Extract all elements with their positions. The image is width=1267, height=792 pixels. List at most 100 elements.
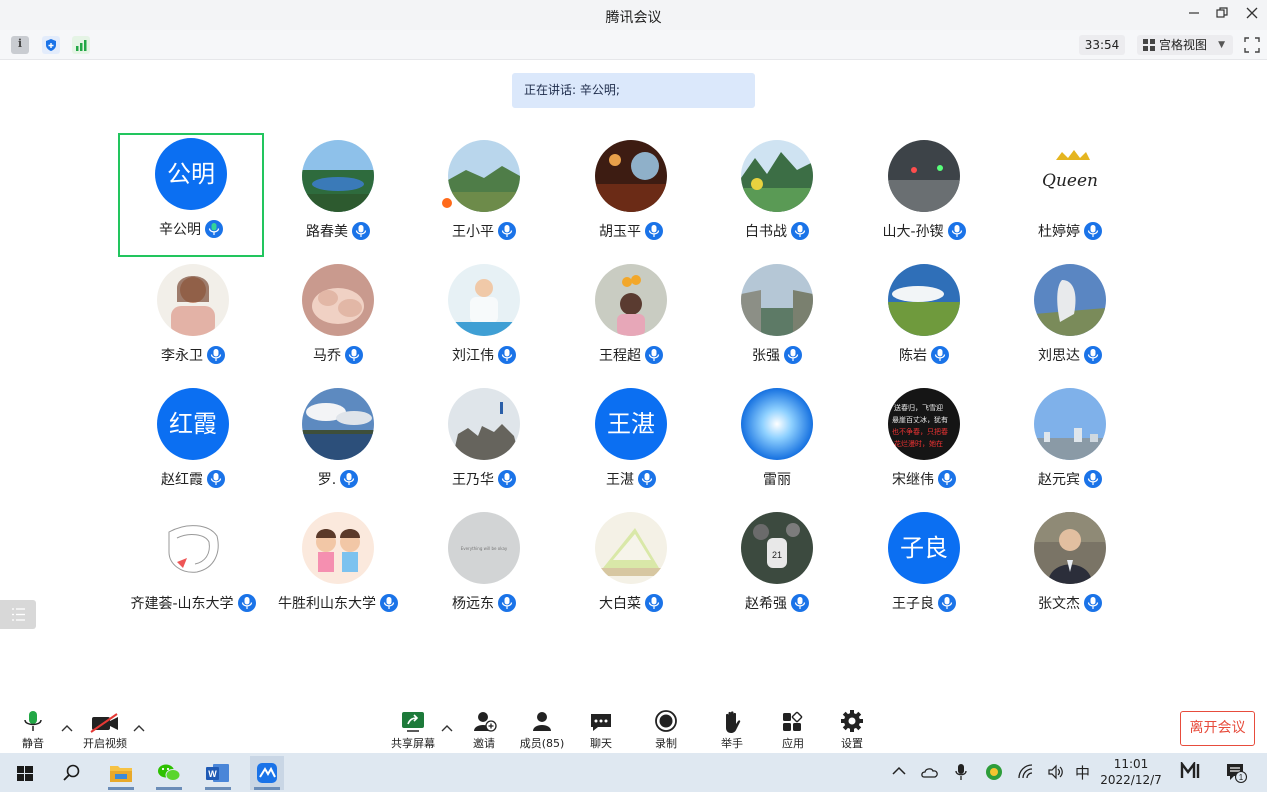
avatar-initials: 子良 (888, 512, 960, 584)
signal-icon[interactable] (72, 36, 90, 54)
avatar (741, 388, 813, 460)
share-options-caret-icon[interactable] (441, 718, 453, 732)
participant-name: 李永卫 (161, 348, 203, 364)
participant-tile[interactable]: 刘思达 (997, 259, 1143, 383)
window-title: 腾讯会议 (605, 10, 662, 26)
avatar: 送春归，飞雪迎 悬崖百丈冰，犹有 也不争春，只把春 花烂漫时，她在 (888, 388, 960, 460)
microphone-icon (3, 710, 63, 734)
clock-date: 2022/12/7 (1100, 773, 1162, 787)
video-options-caret-icon[interactable] (133, 718, 145, 732)
app-tray-icon[interactable] (985, 763, 1003, 785)
participant-name: 胡玉平 (599, 224, 641, 240)
avatar (1034, 512, 1106, 584)
ime-indicator[interactable]: 中 (1075, 762, 1090, 783)
view-mode-label: 宫格视图 (1159, 38, 1208, 52)
svg-text:W: W (208, 769, 217, 779)
grid-view-icon (1143, 39, 1155, 51)
word-icon[interactable]: W (201, 756, 235, 790)
raise-hand-icon (702, 710, 762, 734)
participant-name-row: 杜婷婷 (967, 221, 1173, 241)
fullscreen-icon[interactable] (1243, 36, 1261, 54)
participant-name: 赵红霞 (161, 472, 203, 488)
participant-name-row: 刘思达 (967, 345, 1173, 365)
search-icon[interactable] (54, 756, 88, 790)
participant-name: 杜婷婷 (1038, 224, 1080, 240)
tray-overflow-icon[interactable] (891, 764, 907, 782)
mic-icon (938, 594, 956, 612)
participant-tile[interactable]: Queen 杜婷婷 (997, 135, 1143, 259)
mute-label: 静音 (22, 737, 44, 750)
shield-icon[interactable] (42, 36, 60, 54)
video-off-icon (75, 710, 135, 734)
avatar-initials: 红霞 (157, 388, 229, 460)
tray-microphone-icon[interactable] (954, 763, 968, 785)
participant-tile[interactable]: 张文杰 (997, 507, 1143, 631)
mic-icon (938, 470, 956, 488)
tencent-meeting-icon[interactable] (250, 756, 284, 790)
record-button[interactable]: 录制 (636, 707, 696, 751)
members-icon (512, 710, 572, 734)
participant-name-row: 赵元宾 (967, 469, 1173, 489)
mute-button[interactable]: 静音 (3, 707, 63, 751)
taskbar-clock[interactable]: 11:01 2022/12/7 (1098, 756, 1164, 788)
settings-button[interactable]: 设置 (822, 707, 882, 751)
svg-text:悬崖百丈冰，犹有: 悬崖百丈冰，犹有 (892, 415, 948, 424)
mic-icon (784, 346, 802, 364)
file-explorer-icon[interactable] (104, 756, 138, 790)
avatar (448, 264, 520, 336)
avatar (1034, 388, 1106, 460)
wifi-icon[interactable] (1017, 764, 1035, 784)
host-badge-icon (440, 196, 454, 210)
participant-name: 杨远东 (452, 596, 494, 612)
leave-meeting-button[interactable]: 离开会议 (1180, 711, 1255, 746)
participant-name: 牛胜利山东大学 (278, 596, 376, 612)
participant-name: 陈岩 (899, 348, 927, 364)
avatar (302, 388, 374, 460)
volume-icon[interactable] (1047, 764, 1065, 784)
share-screen-button[interactable]: 共享屏幕 (383, 707, 443, 751)
mic-icon (1084, 222, 1102, 240)
windows-taskbar: W 中 11:01 2022/12/7 1 (0, 753, 1267, 792)
participant-name: 马乔 (313, 348, 341, 364)
wechat-icon[interactable] (152, 756, 186, 790)
m-tray-icon[interactable] (1180, 760, 1202, 784)
view-mode-dropdown[interactable]: 宫格视图 ▼ (1137, 35, 1233, 55)
mic-icon (645, 222, 663, 240)
mic-icon (1084, 470, 1102, 488)
participant-name-row: 张文杰 (967, 593, 1173, 613)
participant-name: 赵元宾 (1038, 472, 1080, 488)
avatar (448, 140, 520, 212)
close-icon[interactable] (1241, 4, 1263, 26)
mic-icon (1084, 594, 1102, 612)
notification-icon[interactable]: 1 (1225, 762, 1249, 788)
audio-options-caret-icon[interactable] (61, 718, 73, 732)
restore-icon[interactable] (1211, 4, 1233, 26)
chat-icon (571, 710, 631, 734)
start-video-button[interactable]: 开启视频 (75, 707, 135, 751)
minimize-icon[interactable] (1183, 4, 1205, 26)
onedrive-icon[interactable] (921, 765, 939, 783)
participant-tile[interactable]: 赵元宾 (997, 383, 1143, 507)
list-icon (12, 608, 25, 621)
mic-icon (1084, 346, 1102, 364)
chat-button[interactable]: 聊天 (571, 707, 631, 751)
mic-icon (498, 594, 516, 612)
side-list-button[interactable] (0, 600, 36, 629)
svg-text:也不争春，只把春: 也不争春，只把春 (892, 427, 948, 436)
mic-icon (638, 470, 656, 488)
windows-start-icon[interactable] (8, 756, 42, 790)
avatar-initials: 王湛 (595, 388, 667, 460)
info-icon[interactable] (11, 36, 29, 54)
share-screen-label: 共享屏幕 (391, 737, 435, 750)
apps-icon (763, 710, 823, 734)
avatar (302, 264, 374, 336)
share-screen-icon (383, 710, 443, 734)
avatar (302, 512, 374, 584)
mic-icon (947, 222, 966, 240)
avatar: 21 (741, 512, 813, 584)
participant-name: 大白菜 (599, 596, 641, 612)
svg-text:21: 21 (772, 550, 782, 560)
start-video-label: 开启视频 (83, 737, 127, 750)
mic-icon (498, 222, 516, 240)
mic-icon (207, 470, 225, 488)
